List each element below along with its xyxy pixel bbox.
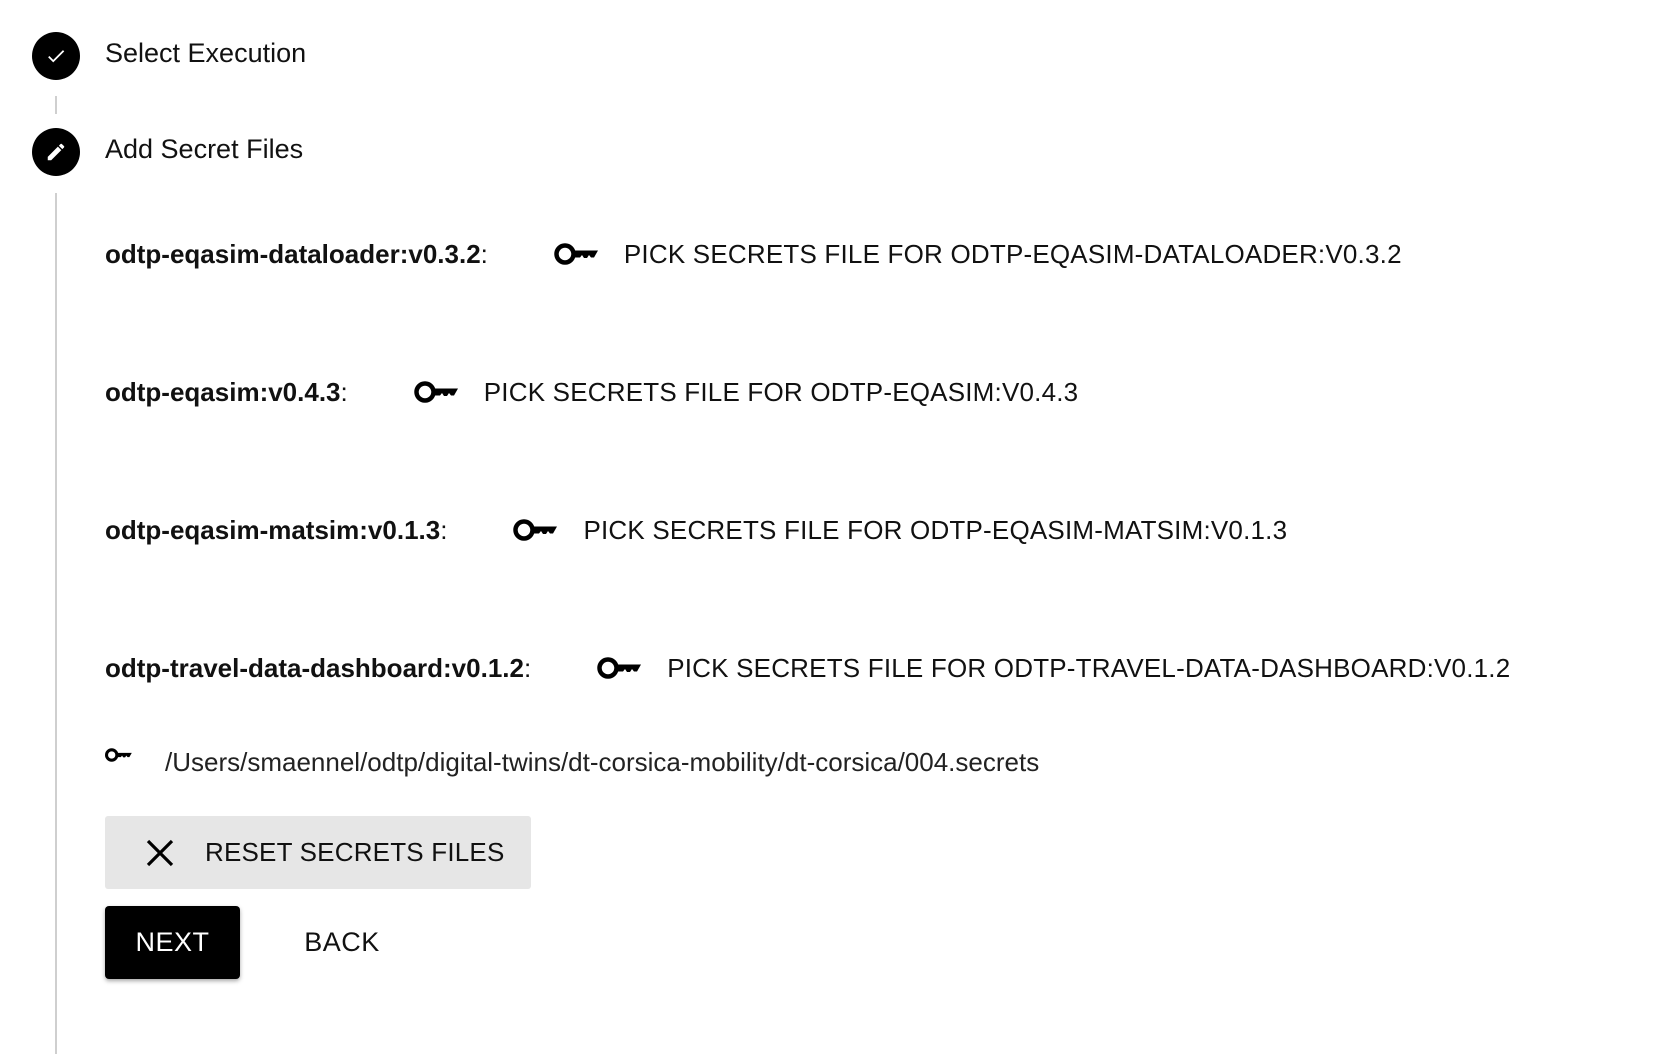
step-content-connector (55, 193, 57, 1054)
back-button[interactable]: BACK (282, 906, 402, 979)
key-icon (513, 510, 559, 550)
pick-secrets-label: PICK SECRETS FILE FOR ODTP-EQASIM-DATALO… (623, 238, 1402, 269)
key-icon (414, 372, 460, 412)
key-icon (597, 648, 643, 688)
secret-row: odtp-eqasim:v0.4.3: PICK SECRETS FILE FO… (105, 372, 1078, 412)
reset-secrets-files-button[interactable]: RESET SECRETS FILES (105, 816, 531, 889)
reset-secrets-files-label: RESET SECRETS FILES (205, 837, 505, 867)
step-active-indicator (32, 128, 80, 176)
step-connector (55, 96, 57, 114)
secrets-file-path: /Users/smaennel/odtp/digital-twins/dt-co… (165, 746, 1040, 777)
step-label-add-secret-files[interactable]: Add Secret Files (105, 134, 303, 165)
component-name: odtp-eqasim-matsim:v0.1.3 (105, 514, 441, 545)
component-name: odtp-travel-data-dashboard:v0.1.2 (105, 652, 524, 683)
step-label-select-execution[interactable]: Select Execution (105, 38, 306, 69)
key-icon (105, 740, 133, 770)
secret-row: odtp-eqasim-matsim:v0.1.3: PICK SECRETS … (105, 510, 1287, 550)
name-colon: : (440, 514, 448, 545)
check-icon (48, 50, 65, 63)
stepper: Select Execution Add Secret Files odtp-e… (0, 0, 1664, 1054)
name-colon: : (340, 376, 348, 407)
pick-secrets-button[interactable]: PICK SECRETS FILE FOR ODTP-TRAVEL-DATA-D… (597, 648, 1510, 688)
selected-secrets-file: /Users/smaennel/odtp/digital-twins/dt-co… (105, 742, 1039, 782)
pick-secrets-label: PICK SECRETS FILE FOR ODTP-EQASIM-MATSIM… (583, 514, 1288, 545)
secret-row: odtp-eqasim-dataloader:v0.3.2: PICK SECR… (105, 234, 1402, 274)
component-name: odtp-eqasim:v0.4.3 (105, 376, 341, 407)
step-completed-indicator (32, 32, 80, 80)
pick-secrets-button[interactable]: PICK SECRETS FILE FOR ODTP-EQASIM-DATALO… (554, 234, 1402, 274)
key-icon (554, 234, 600, 274)
next-button[interactable]: NEXT (105, 906, 240, 979)
name-colon: : (523, 652, 532, 683)
pick-secrets-button[interactable]: PICK SECRETS FILE FOR ODTP-EQASIM:V0.4.3 (414, 372, 1079, 412)
pick-secrets-button[interactable]: PICK SECRETS FILE FOR ODTP-EQASIM-MATSIM… (513, 510, 1287, 550)
pencil-icon (47, 143, 65, 161)
pick-secrets-label: PICK SECRETS FILE FOR ODTP-TRAVEL-DATA-D… (667, 652, 1511, 683)
component-name: odtp-eqasim-dataloader:v0.3.2 (105, 238, 481, 269)
close-icon (145, 838, 175, 868)
name-colon: : (480, 238, 488, 269)
pick-secrets-label: PICK SECRETS FILE FOR ODTP-EQASIM:V0.4.3 (483, 376, 1079, 407)
secret-row: odtp-travel-data-dashboard:v0.1.2: PICK … (105, 648, 1510, 688)
